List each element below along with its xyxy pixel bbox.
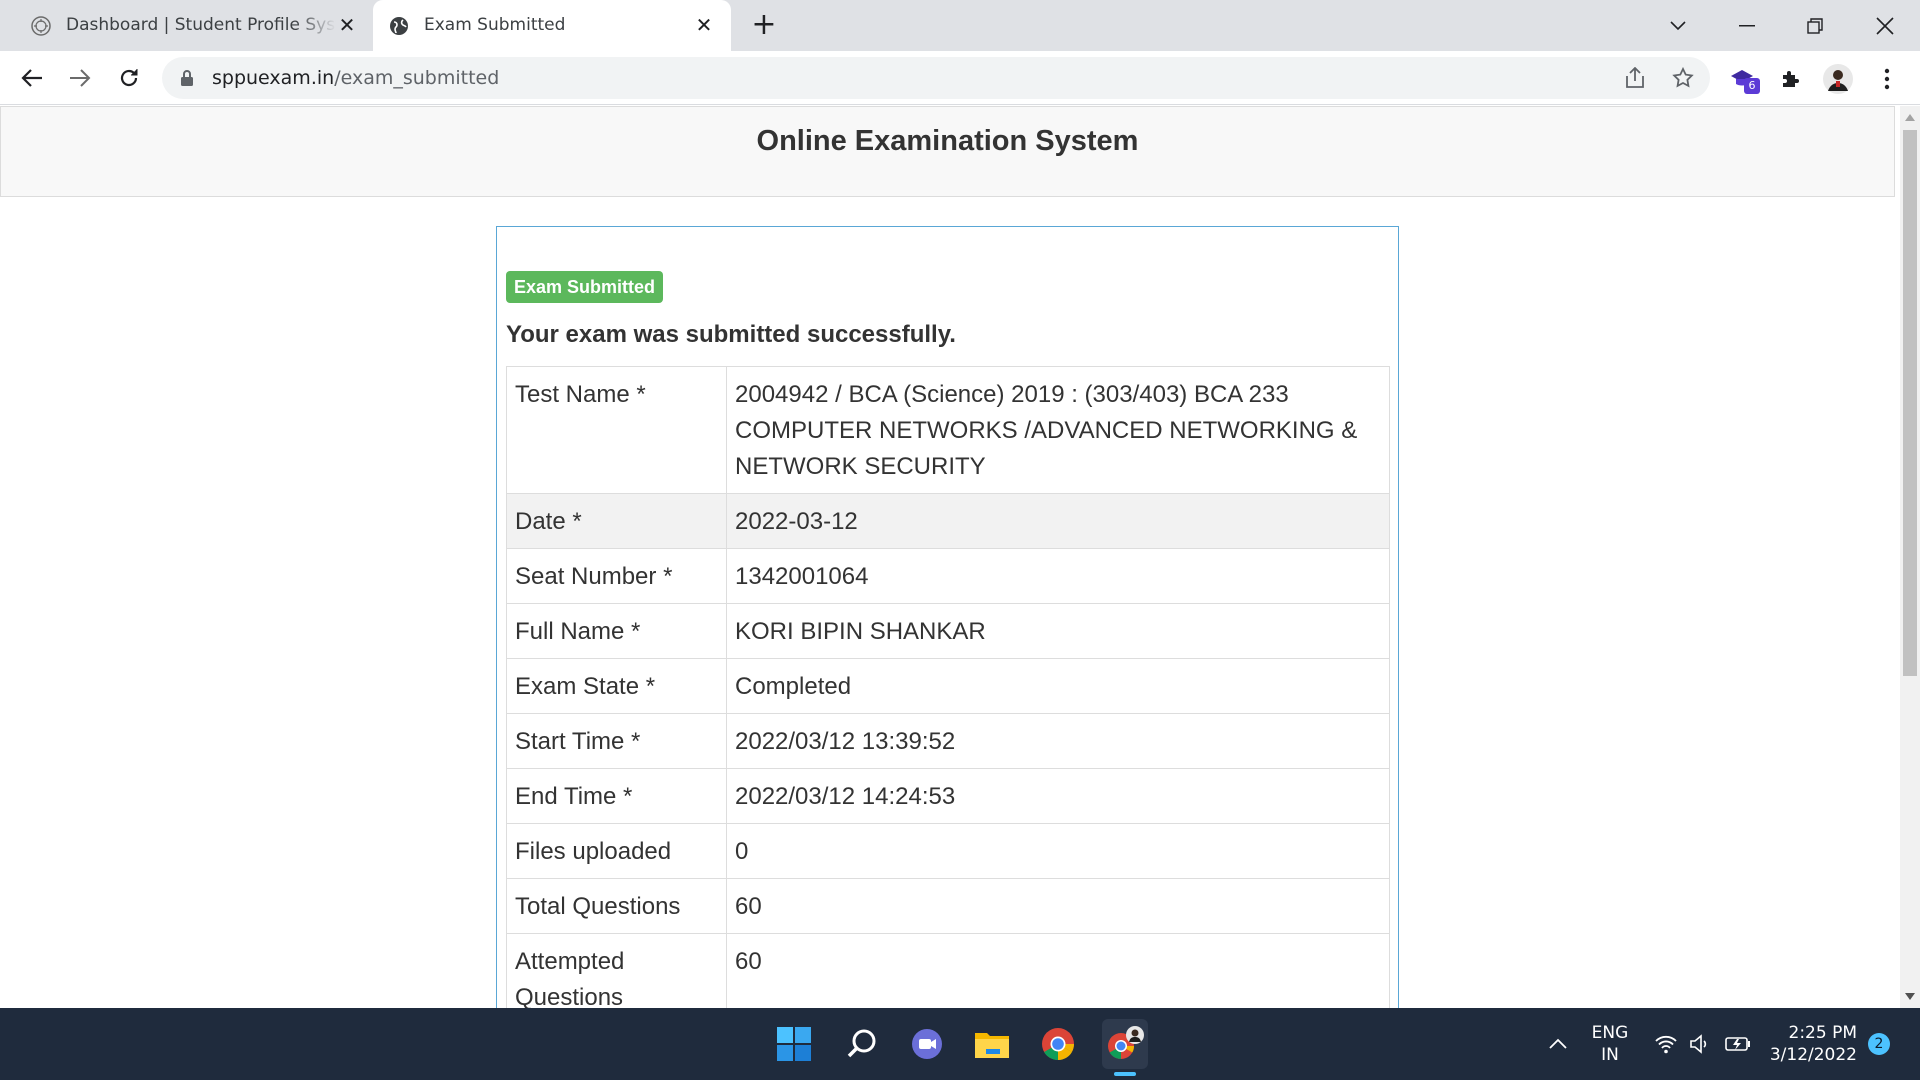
table-row: Seat Number * 1342001064 [506, 548, 1390, 604]
university-seal-icon [30, 15, 52, 37]
active-app-indicator [1114, 1072, 1136, 1076]
scroll-down-icon[interactable] [1905, 993, 1915, 1000]
exam-details-table: Test Name * 2004942 / BCA (Science) 2019… [506, 366, 1390, 1008]
site-header: Online Examination System [0, 106, 1895, 197]
tab-title: Dashboard | Student Profile System [66, 15, 336, 35]
table-row: Files uploaded 0 [506, 823, 1390, 879]
detail-value: 60 [726, 878, 1390, 934]
table-row: Total Questions 60 [506, 878, 1390, 934]
detail-key: End Time * [506, 768, 727, 824]
lock-icon[interactable] [180, 69, 196, 87]
close-window-icon[interactable] [1867, 8, 1903, 44]
chrome-profile-icon[interactable] [1102, 1019, 1148, 1069]
profile-avatar[interactable] [1823, 64, 1853, 94]
detail-key: Total Questions [506, 878, 727, 934]
restore-icon[interactable] [1797, 8, 1833, 44]
scroll-up-icon[interactable] [1905, 114, 1915, 121]
detail-value: 2022/03/12 13:39:52 [726, 713, 1390, 769]
volume-icon[interactable] [1680, 1022, 1720, 1066]
detail-value: 2004942 / BCA (Science) 2019 : (303/403)… [726, 366, 1390, 494]
tab-strip: Dashboard | Student Profile System ✕ Exa… [0, 0, 1920, 51]
browser-menu-icon[interactable] [1872, 64, 1902, 94]
detail-value: 2022-03-12 [726, 493, 1390, 549]
share-icon[interactable] [1623, 66, 1647, 90]
bookmark-star-icon[interactable] [1671, 66, 1695, 90]
site-title: Online Examination System [756, 125, 1139, 157]
globe-icon [388, 15, 410, 37]
table-row: Exam State * Completed [506, 658, 1390, 714]
detail-value: 1342001064 [726, 548, 1390, 604]
table-row: Date * 2022-03-12 [506, 493, 1390, 549]
detail-key: Start Time * [506, 713, 727, 769]
chevron-up-icon[interactable] [1536, 1022, 1580, 1066]
close-tab-icon[interactable]: ✕ [335, 13, 359, 37]
detail-value: 0 [726, 823, 1390, 879]
status-badge: Exam Submitted [506, 271, 664, 303]
tab-title: Exam Submitted [424, 15, 566, 35]
extension-badge: 6 [1744, 78, 1760, 94]
submission-panel: Exam Submitted Your exam was submitted s… [496, 226, 1399, 1008]
reload-icon[interactable] [112, 61, 146, 95]
forward-icon[interactable] [63, 61, 97, 95]
detail-value: KORI BIPIN SHANKAR [726, 603, 1390, 659]
back-icon[interactable] [15, 61, 49, 95]
lang-line2: IN [1601, 1045, 1619, 1065]
success-message: Your exam was submitted successfully. [506, 321, 956, 348]
page-viewport: Online Examination System Exam Submitted… [0, 106, 1900, 1008]
tab-search-icon[interactable] [1660, 8, 1696, 44]
table-row: Full Name * KORI BIPIN SHANKAR [506, 603, 1390, 659]
file-explorer-icon[interactable] [970, 1022, 1014, 1066]
notification-count-badge[interactable]: 2 [1868, 1033, 1890, 1055]
new-tab-button[interactable]: + [748, 10, 780, 42]
extensions-puzzle-icon[interactable] [1776, 64, 1806, 94]
extension-cap-icon[interactable]: 6 [1728, 64, 1760, 94]
url-text[interactable]: sppuexam.in/exam_submitted [212, 67, 499, 89]
detail-key: Test Name * [506, 366, 727, 494]
chrome-icon[interactable] [1036, 1022, 1080, 1066]
search-icon[interactable] [840, 1022, 884, 1066]
detail-key: Seat Number * [506, 548, 727, 604]
detail-value: Completed [726, 658, 1390, 714]
detail-key: Attempted Questions [506, 933, 727, 1008]
page-scrollbar[interactable] [1900, 106, 1920, 1008]
url-domain: sppuexam.in [212, 67, 335, 89]
teams-chat-icon[interactable] [905, 1022, 949, 1066]
clock-date: 3/12/2022 [1769, 1045, 1857, 1065]
language-indicator[interactable]: ENG IN [1588, 1022, 1632, 1066]
detail-key: Date * [506, 493, 727, 549]
detail-key: Files uploaded [506, 823, 727, 879]
windows-taskbar: ENG IN 2:25 PM 3/12/2022 2 [0, 1008, 1920, 1080]
table-row: Start Time * 2022/03/12 13:39:52 [506, 713, 1390, 769]
url-path: /exam_submitted [334, 67, 500, 89]
close-tab-icon[interactable]: ✕ [692, 13, 716, 37]
scrollbar-thumb[interactable] [1903, 130, 1917, 676]
detail-value: 2022/03/12 14:24:53 [726, 768, 1390, 824]
clock-time: 2:25 PM [1788, 1023, 1858, 1043]
minimize-icon[interactable] [1729, 8, 1765, 44]
detail-key: Exam State * [506, 658, 727, 714]
table-row: Test Name * 2004942 / BCA (Science) 2019… [506, 366, 1390, 494]
lang-line1: ENG [1591, 1023, 1629, 1043]
tab-exam-submitted[interactable]: Exam Submitted ✕ [373, 0, 731, 51]
tab-dashboard[interactable]: Dashboard | Student Profile System ✕ [0, 0, 372, 51]
windows-start-icon[interactable] [772, 1022, 816, 1066]
detail-value: 60 [726, 933, 1390, 1008]
detail-key: Full Name * [506, 603, 727, 659]
battery-charging-icon[interactable] [1718, 1022, 1758, 1066]
table-row: Attempted Questions 60 [506, 933, 1390, 1008]
browser-toolbar: sppuexam.in/exam_submitted 6 [0, 51, 1920, 105]
table-row: End Time * 2022/03/12 14:24:53 [506, 768, 1390, 824]
address-bar[interactable]: sppuexam.in/exam_submitted [162, 57, 1710, 99]
clock[interactable]: 2:25 PM 3/12/2022 [1765, 1022, 1857, 1066]
